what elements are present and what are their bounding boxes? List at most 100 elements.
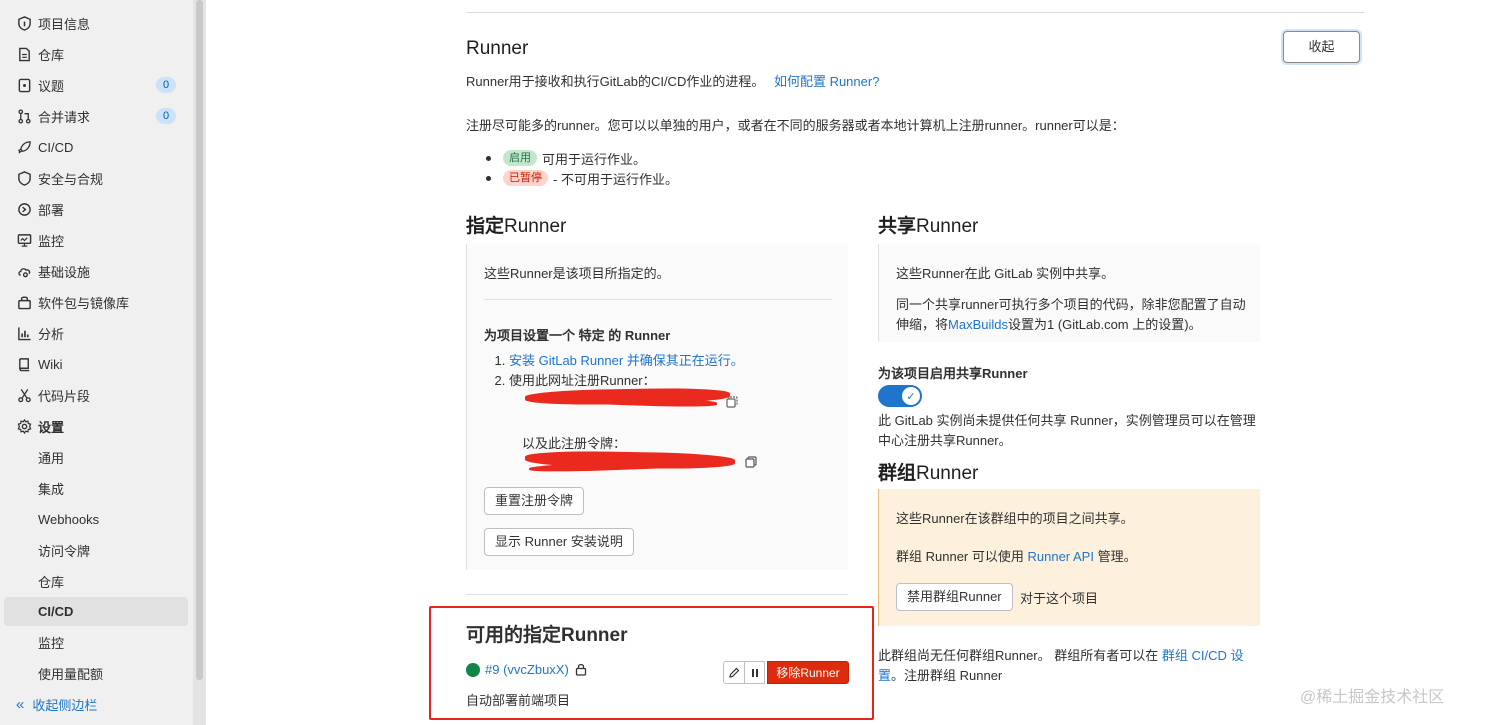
maxbuilds-link[interactable]: MaxBuilds	[948, 317, 1008, 332]
sidebar-item-label: 议题	[38, 78, 65, 94]
status-active-badge: 启用	[503, 150, 537, 166]
sidebar-item-label: 监控	[38, 233, 65, 249]
sidebar-item-label: 分析	[38, 326, 65, 342]
pause-icon	[751, 668, 758, 677]
status-active-text: 可用于运行作业。	[542, 151, 647, 167]
status-paused-text: - 不可用于运行作业。	[553, 171, 678, 187]
group-runner-title: 群组Runner	[878, 458, 978, 485]
bullet-dot	[486, 175, 491, 181]
specific-runner-panel: 这些Runner是该项目所指定的。 为项目设置一个 特定 的 Runner 安装…	[466, 244, 848, 570]
info-icon	[16, 15, 32, 31]
disable-group-runners-button[interactable]: 禁用群组Runner	[896, 583, 1013, 611]
sidebar-item-label: 代码片段	[38, 388, 91, 404]
sidebar-item-label: CI/CD	[38, 139, 74, 155]
sidebar-item-settings[interactable]: 设置	[0, 412, 193, 440]
sidebar-item-security[interactable]: 安全与合规	[0, 164, 193, 192]
shield-icon	[16, 170, 32, 186]
sidebar-sub-usage-quotas[interactable]: 使用量配额	[0, 659, 193, 687]
sidebar-item-snippets[interactable]: 代码片段	[0, 381, 193, 409]
sidebar: 项目信息 仓库 议题 0 合并请求 0 CI/CD 安全与合规 部署 监控 基础…	[0, 0, 193, 725]
group-api-prefix: 群组 Runner 可以使用	[896, 549, 1028, 564]
title-bold: 共享	[878, 216, 917, 237]
sidebar-scrollbar[interactable]	[193, 0, 206, 725]
enable-shared-label: 为该项目启用共享Runner	[878, 366, 1028, 381]
setup-step-2: 使用此网址注册Runner：	[509, 371, 744, 391]
gear-icon	[16, 418, 32, 434]
sidebar-item-infrastructure[interactable]: 基础设施	[0, 257, 193, 285]
title-bold: 指定	[466, 216, 505, 237]
sidebar-item-analytics[interactable]: 分析	[0, 319, 193, 347]
token-label: 以及此注册令牌：	[522, 436, 627, 451]
group-intro: 这些Runner在该群组中的项目之间共享。	[896, 511, 1134, 526]
collapse-button[interactable]: 收起	[1283, 31, 1360, 63]
setup-steps: 安装 GitLab Runner 并确保其正在运行。 使用此网址注册Runner…	[509, 351, 744, 391]
sidebar-item-issues[interactable]: 议题 0	[0, 71, 193, 99]
document-icon	[16, 46, 32, 62]
shared-description: 同一个共享runner可执行多个项目的代码，除非您配置了自动伸缩，将MaxBui…	[896, 295, 1252, 335]
chart-icon	[16, 325, 32, 341]
rocket-icon	[16, 139, 32, 155]
sidebar-item-label: 仓库	[38, 47, 65, 63]
merge-requests-count-badge: 0	[156, 108, 176, 124]
runner-api-link[interactable]: Runner API	[1027, 549, 1094, 564]
package-icon	[16, 294, 32, 310]
runner-name-link[interactable]: #9 (vvcZbuxX)	[485, 662, 569, 677]
sidebar-sub-monitor[interactable]: 监控	[0, 628, 193, 656]
copy-token-icon[interactable]	[745, 456, 757, 468]
shared-runner-title: 共享Runner	[878, 211, 978, 238]
sidebar-sub-access-tokens[interactable]: 访问令牌	[0, 536, 193, 564]
group-note-prefix: 此群组尚无任何群组Runner。 群组所有者可以在	[878, 648, 1162, 663]
sidebar-item-monitor[interactable]: 监控	[0, 226, 193, 254]
remove-runner-button[interactable]: 移除Runner	[767, 661, 849, 684]
sidebar-item-project-info[interactable]: 项目信息	[0, 9, 193, 37]
deploy-icon	[16, 201, 32, 217]
bullet-dot	[486, 155, 491, 161]
specific-intro: 这些Runner是该项目所指定的。	[484, 266, 670, 281]
copy-url-icon[interactable]	[726, 396, 738, 408]
sidebar-item-label: 设置	[38, 419, 65, 435]
sidebar-sub-general[interactable]: 通用	[0, 443, 193, 471]
pause-runner-button[interactable]	[745, 661, 765, 684]
group-note-suffix: 。注册群组 Runner	[891, 668, 1003, 683]
sidebar-item-wiki[interactable]: Wiki	[0, 350, 193, 378]
status-paused-badge: 已暂停	[503, 170, 548, 186]
title-bold: 群组	[878, 463, 917, 484]
scissors-icon	[16, 387, 32, 403]
sidebar-sub-integrations[interactable]: 集成	[0, 474, 193, 502]
sidebar-item-cicd[interactable]: CI/CD	[0, 133, 193, 161]
double-chevron-left-icon: «	[16, 695, 25, 713]
setup-heading: 为项目设置一个 特定 的 Runner	[484, 328, 671, 343]
sidebar-item-packages[interactable]: 软件包与镜像库	[0, 288, 193, 316]
enable-shared-toggle[interactable]: ✓	[878, 385, 922, 407]
group-note: 此群组尚无任何群组Runner。 群组所有者可以在 群组 CI/CD 设置。注册…	[878, 646, 1253, 686]
runner-description: Runner用于接收和执行GitLab的CI/CD作业的进程。 如何配置 Run…	[466, 71, 879, 90]
collapse-sidebar-button[interactable]: « 收起侧边栏	[0, 689, 193, 719]
section-divider	[466, 12, 1364, 13]
specific-runner-title: 指定Runner	[466, 211, 566, 238]
collapse-sidebar-label: 收起侧边栏	[32, 697, 98, 713]
scrollbar-thumb[interactable]	[196, 0, 203, 680]
sidebar-item-label: 部署	[38, 202, 65, 218]
runner-help-link[interactable]: 如何配置 Runner?	[774, 74, 879, 89]
sidebar-item-merge-requests[interactable]: 合并请求 0	[0, 102, 193, 130]
sidebar-item-label: 合并请求	[38, 109, 91, 125]
edit-runner-button[interactable]	[723, 661, 745, 684]
check-icon: ✓	[902, 387, 920, 405]
shared-note: 此 GitLab 实例尚未提供任何共享 Runner，实例管理员可以在管理中心注…	[878, 413, 1256, 448]
sidebar-sub-cicd[interactable]: CI/CD	[4, 597, 188, 626]
issues-icon	[16, 77, 32, 93]
title-light: Runner	[504, 216, 567, 237]
sidebar-item-repository[interactable]: 仓库	[0, 40, 193, 68]
cloud-gear-icon	[16, 263, 32, 279]
show-install-button[interactable]: 显示 Runner 安装说明	[484, 528, 634, 556]
reset-token-button[interactable]: 重置注册令牌	[484, 487, 585, 515]
title-light: Runner	[916, 463, 979, 484]
sidebar-sub-webhooks[interactable]: Webhooks	[0, 505, 193, 533]
watermark: @稀土掘金技术社区	[1300, 689, 1445, 706]
sidebar-item-label: 基础设施	[38, 264, 91, 280]
sidebar-sub-repository[interactable]: 仓库	[0, 567, 193, 595]
monitor-icon	[16, 232, 32, 248]
install-runner-link[interactable]: 安装 GitLab Runner 并确保其正在运行。	[509, 353, 744, 368]
sidebar-item-deploy[interactable]: 部署	[0, 195, 193, 223]
status-list: 启用 可用于运行作业。 已暂停 - 不可用于运行作业。	[486, 148, 678, 188]
